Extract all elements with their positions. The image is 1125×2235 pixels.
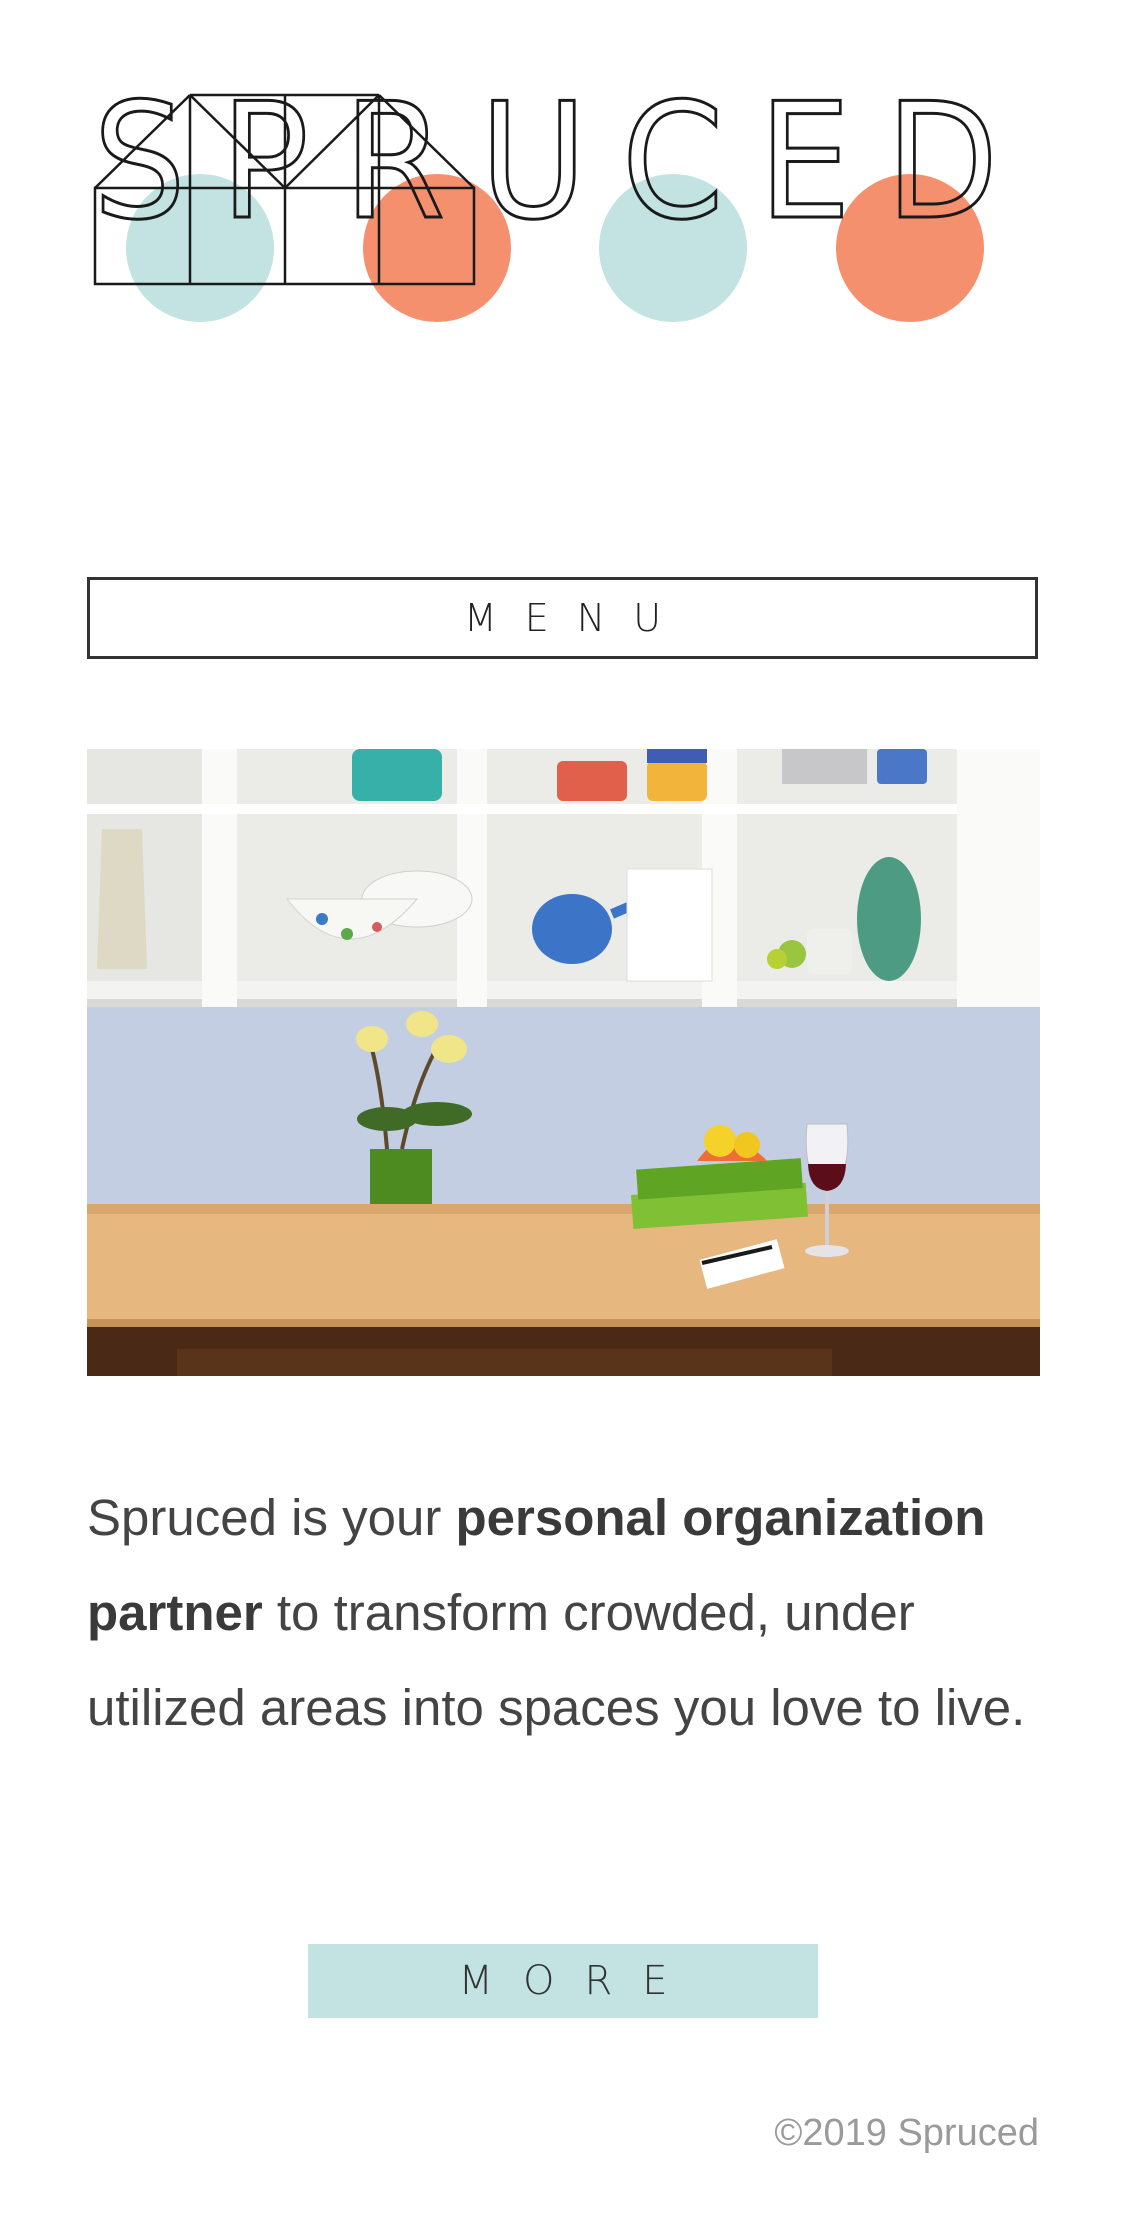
menu-button[interactable]: MENU — [87, 577, 1038, 659]
cabinets — [87, 749, 1040, 1007]
copyright-text: ©2019 Spruced — [774, 2112, 1039, 2154]
hero-image — [87, 749, 1040, 1376]
intro-text-start: Spruced is your — [87, 1489, 456, 1546]
more-button[interactable]: MORE — [308, 1944, 818, 2018]
home-page: SPRUCED MENU Spruced is your personal or… — [0, 0, 1125, 2235]
menu-label: MENU — [463, 596, 690, 640]
spruced-logo[interactable]: SPRUCED — [87, 92, 1039, 512]
more-label: MORE — [458, 1958, 698, 2004]
intro-paragraph: Spruced is your personal organization pa… — [87, 1470, 1047, 1755]
brand-wordmark: SPRUCED — [92, 92, 1033, 242]
brand-name: SPRUCED — [93, 92, 1033, 242]
kitchen-cabinets-photo — [87, 749, 1040, 1376]
